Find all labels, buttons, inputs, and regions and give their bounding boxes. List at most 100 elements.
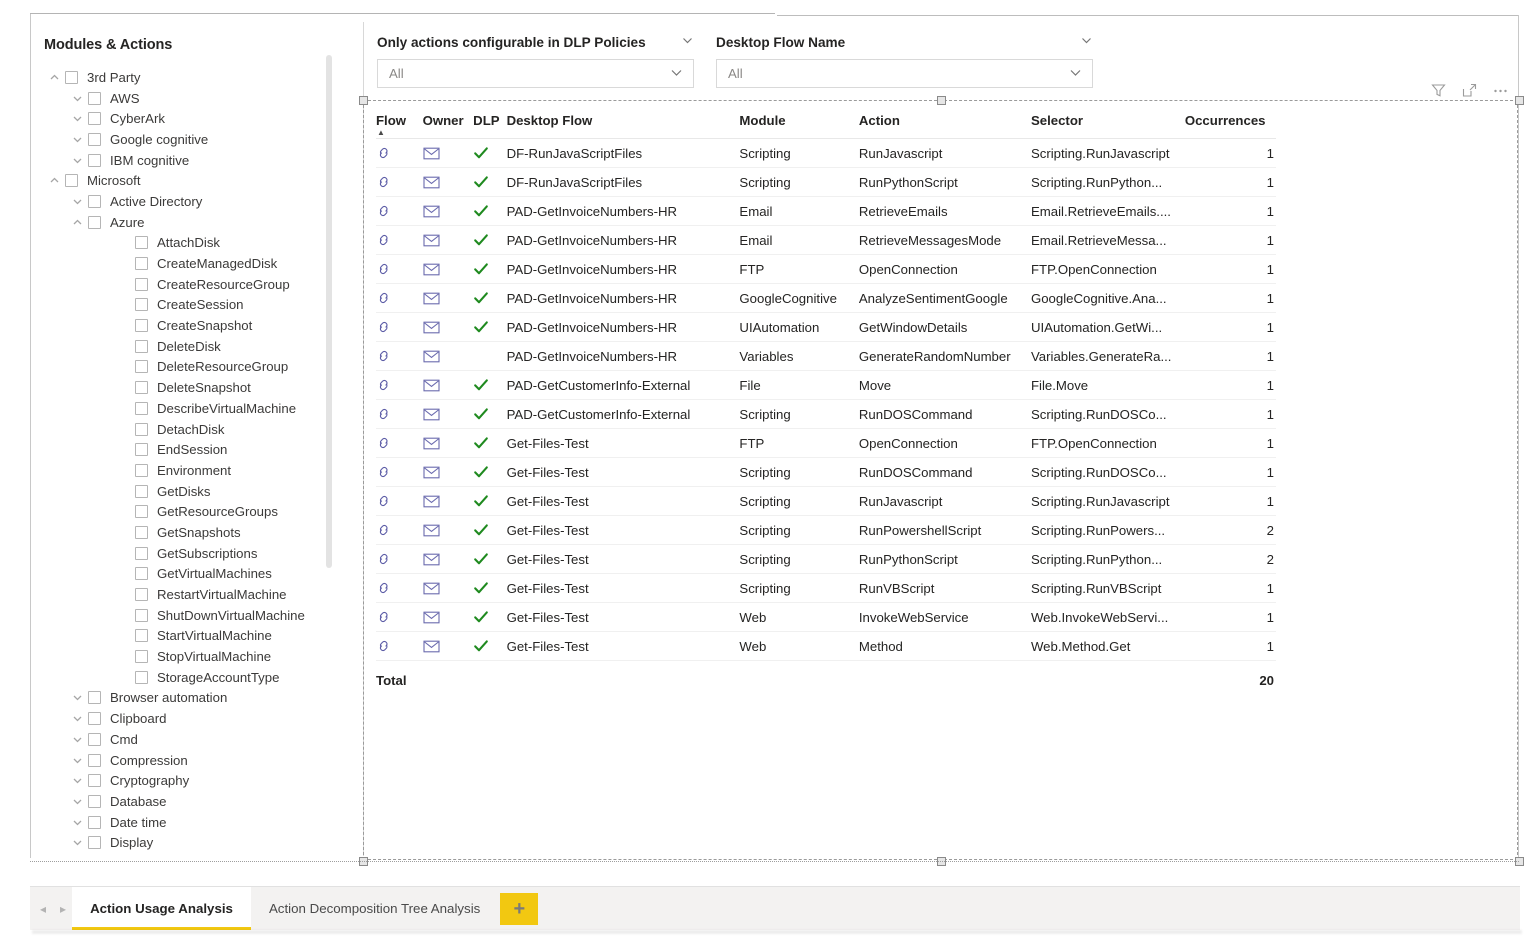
tree-node-checkbox[interactable] [135,422,148,436]
tree-node-checkbox[interactable] [88,753,101,767]
chevron-down-icon[interactable] [66,817,88,828]
column-header-flow[interactable]: Flow ▲ [376,113,423,139]
tree-node-checkbox[interactable] [135,670,148,684]
tree-node-cmd[interactable]: Cmd [31,729,363,750]
envelope-icon[interactable] [423,553,474,566]
tree-node-getsubscriptions[interactable]: GetSubscriptions [31,543,363,564]
tree-node-microsoft[interactable]: Microsoft [31,170,363,191]
tree-node-checkbox[interactable] [135,360,148,374]
chevron-down-icon[interactable] [66,775,88,786]
table-row[interactable]: Get-Files-Test FTP OpenConnection FTP.OpenC… [376,428,1276,458]
chevron-down-icon[interactable] [66,93,88,104]
cell-flow[interactable] [376,341,423,371]
cell-flow[interactable] [376,457,423,487]
tree-node-checkbox[interactable] [135,381,148,395]
table-row[interactable]: Get-Files-Test Scripting RunDOSCommand Scri… [376,457,1276,487]
tree-node-checkbox[interactable] [88,112,101,126]
cell-flow[interactable] [376,602,423,632]
tree-node-checkbox[interactable] [65,70,78,84]
cell-flow[interactable] [376,631,423,661]
tree-node-endsession[interactable]: EndSession [31,439,363,460]
tree-node-createresourcegroup[interactable]: CreateResourceGroup [31,274,363,295]
page-tab-action-decomposition-tree-analysis[interactable]: Action Decomposition Tree Analysis [250,887,499,930]
tree-node-checkbox[interactable] [135,339,148,353]
cell-flow[interactable] [376,283,423,313]
tree-node-checkbox[interactable] [88,91,101,105]
column-header-desktop-flow[interactable]: Desktop Flow [506,113,740,139]
chevron-down-icon[interactable] [66,134,88,145]
table-row[interactable]: Get-Files-Test Scripting RunPythonScript Sc… [376,544,1276,574]
tree-node-checkbox[interactable] [135,257,148,271]
tree-node-checkbox[interactable] [135,401,148,415]
chevron-up-icon[interactable] [43,72,65,83]
slicer-dlp-dropdown[interactable]: All [377,59,694,88]
table-row[interactable]: PAD-GetCustomerInfo-External Scripting Run… [376,399,1276,429]
tree-node-checkbox[interactable] [135,277,148,291]
envelope-icon[interactable] [423,234,474,247]
tree-node-checkbox[interactable] [88,712,101,726]
link-icon[interactable] [376,638,423,654]
cell-owner[interactable] [422,631,474,661]
tab-next-arrow-icon[interactable]: ▸ [60,902,66,916]
table-row[interactable]: PAD-GetInvoiceNumbers-HR UIAutomation GetW… [376,312,1276,342]
cell-flow[interactable] [376,573,423,603]
tree-node-getresourcegroups[interactable]: GetResourceGroups [31,501,363,522]
envelope-icon[interactable] [423,176,474,189]
cell-flow[interactable] [376,428,423,458]
link-icon[interactable] [376,435,423,451]
table-row[interactable]: Get-Files-Test Web Method Web.Method.Get 1 [376,631,1276,661]
cell-owner[interactable] [422,573,474,603]
link-icon[interactable] [376,406,423,422]
tree-node-checkbox[interactable] [135,505,148,519]
link-icon[interactable] [376,609,423,625]
tree-node-azure[interactable]: Azure [31,212,363,233]
tree-node-checkbox[interactable] [88,691,101,705]
cell-flow[interactable] [376,370,423,400]
column-header-selector[interactable]: Selector [1030,113,1185,139]
tree-node-ibm-cognitive[interactable]: IBM cognitive [31,150,363,171]
cell-flow[interactable] [376,486,423,516]
table-row[interactable]: PAD-GetInvoiceNumbers-HR Email RetrieveMes… [376,225,1276,255]
tree-node-checkbox[interactable] [135,298,148,312]
envelope-icon[interactable] [423,640,474,653]
cell-flow[interactable] [376,196,423,226]
cell-owner[interactable] [422,515,474,545]
cell-flow[interactable] [376,225,423,255]
tree-node-checkbox[interactable] [88,794,101,808]
tree-node-checkbox[interactable] [88,774,101,788]
tree-scroll-area[interactable]: 3rd Party AWS CyberArk Google cognitive IBM … [31,67,363,856]
focus-mode-icon[interactable] [1461,82,1478,99]
tree-node-display[interactable]: Display [31,832,363,853]
tree-node-createsnapshot[interactable]: CreateSnapshot [31,315,363,336]
link-icon[interactable] [376,232,423,248]
cell-owner[interactable] [422,225,474,255]
table-row[interactable]: Get-Files-Test Web InvokeWebService Web.Inv… [376,602,1276,632]
tab-prev-arrow-icon[interactable]: ◂ [40,902,46,916]
tree-node-stopvirtualmachine[interactable]: StopVirtualMachine [31,646,363,667]
tree-node-environment[interactable]: Environment [31,460,363,481]
chevron-down-icon[interactable] [66,713,88,724]
chevron-down-icon[interactable] [66,113,88,124]
column-header-owner[interactable]: Owner [422,113,474,139]
envelope-icon[interactable] [423,524,474,537]
tree-node-checkbox[interactable] [88,153,101,167]
tree-node-browser-automation[interactable]: Browser automation [31,688,363,709]
tree-node-checkbox[interactable] [88,194,101,208]
tree-node-checkbox[interactable] [135,525,148,539]
link-icon[interactable] [376,319,423,335]
envelope-icon[interactable] [423,263,474,276]
envelope-icon[interactable] [423,205,474,218]
tree-node-checkbox[interactable] [135,463,148,477]
tree-node-3rd-party[interactable]: 3rd Party [31,67,363,88]
link-icon[interactable] [376,522,423,538]
cell-owner[interactable] [422,341,474,371]
cell-flow[interactable] [376,254,423,284]
tree-node-compression[interactable]: Compression [31,750,363,771]
cell-flow[interactable] [376,515,423,545]
cell-flow[interactable] [376,167,423,197]
tree-node-getdisks[interactable]: GetDisks [31,481,363,502]
tree-node-detachdisk[interactable]: DetachDisk [31,419,363,440]
cell-owner[interactable] [422,602,474,632]
cell-flow[interactable] [376,138,423,168]
cell-owner[interactable] [422,138,474,168]
